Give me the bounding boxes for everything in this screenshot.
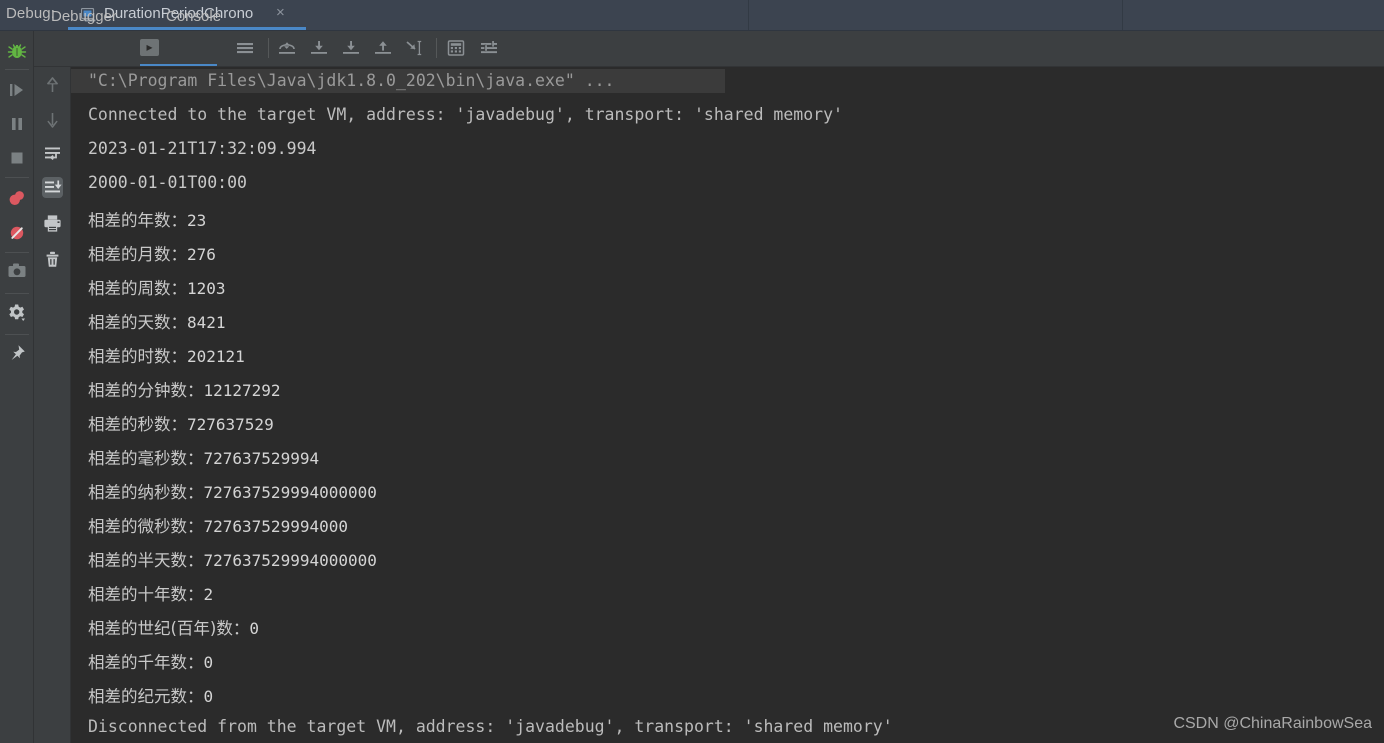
console-line-output: 相差的月数：276 [88,241,216,265]
output-label: 相差的年数： [88,211,187,230]
output-label: 相差的时数： [88,347,187,366]
pin-tab-icon[interactable] [7,343,27,363]
output-label: 相差的纪元数： [88,687,204,706]
output-value: 727637529994000000 [203,483,377,502]
soft-wrap-lines-icon[interactable] [42,143,63,164]
console-line-output: 相差的周数：1203 [88,275,226,299]
output-label: 相差的十年数： [88,585,204,604]
output-label: 相差的分钟数： [88,381,204,400]
output-value: 202121 [187,347,245,366]
sidebar-divider [5,252,29,253]
console-line-output: 2000-01-01T00:00 [88,173,247,192]
console-line-output: 相差的千年数：0 [88,649,213,673]
evaluate-expression-icon[interactable] [445,38,467,58]
console-line-output: 相差的年数：23 [88,207,206,231]
output-label: 相差的秒数： [88,415,187,434]
output-value: 727637529994000 [203,517,349,536]
output-value: 276 [187,245,216,264]
stop-program-icon[interactable] [7,148,27,168]
titlebar-divider [748,0,749,31]
console-line-output: 相差的分钟数：12127292 [88,377,281,401]
force-step-into-icon[interactable] [340,38,362,58]
debug-tool-window: Debug: DurationPeriodChrono × Debugger ▸… [0,0,1384,743]
step-into-icon[interactable] [308,38,330,58]
step-out-icon[interactable] [372,38,394,58]
output-value: 727637529994 [203,449,320,468]
output-value: 12127292 [203,381,281,400]
scroll-down-icon[interactable] [42,109,63,130]
output-value: 1203 [187,279,226,298]
sidebar-divider [5,69,29,70]
titlebar-divider [1122,0,1123,31]
console-line-output: 相差的十年数：2 [88,581,213,605]
debug-window-label: Debug: [6,5,55,22]
console-actions-toolbar [34,67,71,743]
output-label: 相差的纳秒数： [88,483,204,502]
console-line-command: "C:\Program Files\Java\jdk1.8.0_202\bin\… [88,71,615,90]
console-line-output: 相差的世纪(百年)数：0 [88,615,259,639]
output-value: 727637529 [187,415,274,434]
output-label: 相差的周数： [88,279,187,298]
output-label: 相差的毫秒数： [88,449,204,468]
console-line-output: 相差的微秒数：727637529994000 [88,513,348,537]
settings-gear-icon[interactable] [7,303,27,323]
output-value: 23 [187,211,207,230]
console-output-panel[interactable]: "C:\Program Files\Java\jdk1.8.0_202\bin\… [71,67,1384,743]
console-line-output: 相差的半天数：727637529994000000 [88,547,377,571]
console-line-output: 2023-01-21T17:32:09.994 [88,139,317,158]
camera-snapshot-icon[interactable] [7,261,27,281]
console-line-output: 相差的毫秒数：727637529994 [88,445,319,469]
watermark-text: CSDN @ChinaRainbowSea [1173,715,1372,732]
output-label: 相差的月数： [88,245,187,264]
output-label: 相差的天数： [88,313,187,332]
output-label: 相差的半天数： [88,551,204,570]
settings-filter-icon[interactable] [478,38,500,58]
tab-debugger[interactable]: Debugger [51,8,117,25]
output-value: 0 [203,687,214,706]
close-icon[interactable]: × [276,4,285,21]
console-line-output: 相差的时数：202121 [88,343,245,367]
console-line-output: 相差的纳秒数：727637529994000000 [88,479,377,503]
console-line-connected: Connected to the target VM, address: 'ja… [88,105,843,124]
pause-program-icon[interactable] [7,114,27,134]
toolbar-divider [436,38,437,58]
scroll-to-end-icon[interactable] [42,177,63,198]
step-over-icon[interactable] [276,38,298,58]
console-line-output: 相差的秒数：727637529 [88,411,274,435]
print-icon[interactable] [42,213,63,234]
toolbar-divider [268,38,269,58]
sidebar-divider [5,293,29,294]
sidebar-divider [5,334,29,335]
tab-console[interactable]: Console [166,8,221,25]
output-value: 0 [203,653,214,672]
sidebar-divider [5,177,29,178]
debug-actions-sidebar [0,31,34,743]
view-breakpoints-icon[interactable] [7,188,27,208]
console-line-output: 相差的纪元数：0 [88,683,213,707]
scroll-up-icon[interactable] [42,75,63,96]
output-label: 相差的微秒数： [88,517,204,536]
output-value: 0 [249,619,260,638]
console-line-disconnected: Disconnected from the target VM, address… [88,717,893,736]
resume-program-icon[interactable] [7,80,27,100]
output-value: 8421 [187,313,226,332]
mute-breakpoints-icon[interactable] [7,223,27,243]
output-label: 相差的千年数： [88,653,204,672]
console-icon: ▸ [140,39,159,56]
console-line-output: 相差的天数：8421 [88,309,226,333]
output-label: 相差的世纪(百年)数： [88,619,250,638]
output-value: 727637529994000000 [203,551,377,570]
soft-wrap-icon[interactable] [234,38,256,58]
output-value: 2 [203,585,214,604]
run-to-cursor-icon[interactable] [404,38,426,58]
debug-bug-icon[interactable] [7,41,27,61]
clear-all-icon[interactable] [42,249,63,270]
